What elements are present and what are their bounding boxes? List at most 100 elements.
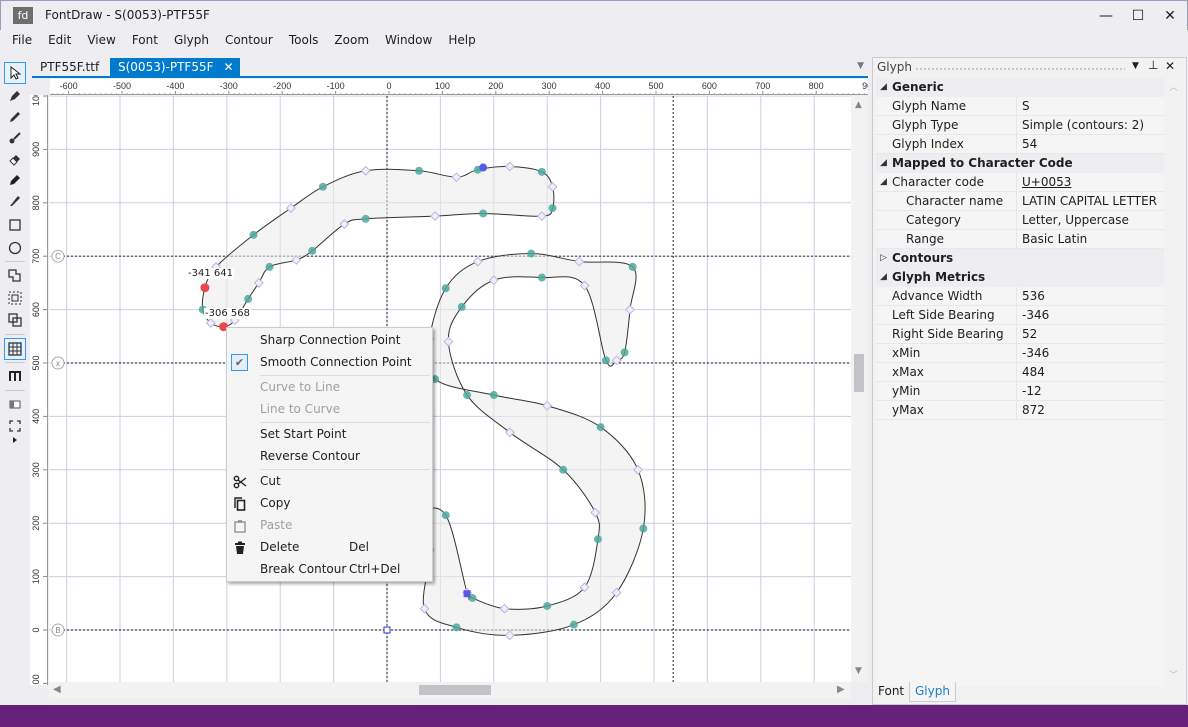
menu-tools[interactable]: Tools: [281, 30, 327, 52]
menu-contour[interactable]: Contour: [217, 30, 281, 52]
menu-font[interactable]: Font: [124, 30, 166, 52]
section-generic[interactable]: ◢ Generic: [876, 78, 1164, 97]
property-row[interactable]: Category Letter, Uppercase: [876, 211, 1164, 230]
rectangle-tool[interactable]: [4, 214, 26, 236]
section-contours[interactable]: ▷ Contours: [876, 249, 1164, 268]
panel-tab-glyph[interactable]: Glyph: [909, 682, 956, 702]
pencil-tool[interactable]: [4, 106, 26, 128]
select-tool[interactable]: [4, 62, 26, 84]
glyph-drawing[interactable]: Cx B: [49, 96, 851, 682]
menu-item-curve-to-line[interactable]: Curve to Line: [227, 376, 432, 398]
maximize-button[interactable]: ☐: [1123, 5, 1153, 27]
panel-toggle[interactable]: [4, 393, 26, 415]
menu-item-delete[interactable]: Delete Del: [227, 536, 432, 558]
app-logo: fd: [13, 7, 33, 24]
metrics-toggle[interactable]: [4, 365, 26, 387]
ruler-tick-label: 300: [542, 81, 557, 91]
vertical-scroll-thumb[interactable]: [854, 354, 864, 392]
panel-tab-font[interactable]: Font: [873, 682, 909, 702]
menu-view[interactable]: View: [79, 30, 123, 52]
menu-item-line-to-curve[interactable]: Line to Curve: [227, 398, 432, 420]
union-tool[interactable]: [4, 265, 26, 287]
more-tools[interactable]: [4, 433, 26, 447]
glyph-canvas[interactable]: Cx B -341 641 -306 568: [49, 96, 851, 682]
property-row[interactable]: xMin -346: [876, 344, 1164, 363]
property-row[interactable]: Glyph Name S: [876, 97, 1164, 116]
menu-help[interactable]: Help: [440, 30, 483, 52]
panel-scrollbar[interactable]: ︿ ﹀: [1165, 78, 1182, 686]
panel-menu-icon[interactable]: ▼: [1132, 61, 1139, 71]
intersect-tool[interactable]: [4, 309, 26, 331]
ruler-tick-label: 100: [435, 81, 450, 91]
property-row[interactable]: Range Basic Latin: [876, 230, 1164, 249]
marker-icon: [10, 175, 20, 185]
intersect-icon: [8, 313, 22, 327]
knife-tool[interactable]: [4, 190, 26, 212]
property-row[interactable]: Glyph Type Simple (contours: 2): [876, 116, 1164, 135]
menu-item-cut[interactable]: Cut: [227, 470, 432, 492]
horizontal-scroll-thumb[interactable]: [419, 685, 491, 695]
menu-item-sharp-connection[interactable]: Sharp Connection Point: [227, 329, 432, 351]
eraser-tool[interactable]: [4, 148, 26, 170]
tab-font-file[interactable]: PTF55F.ttf: [32, 58, 107, 78]
menu-item-set-start-point[interactable]: Set Start Point: [227, 423, 432, 445]
menu-item-reverse-contour[interactable]: Reverse Contour: [227, 445, 432, 467]
property-row[interactable]: Left Side Bearing -346: [876, 306, 1164, 325]
property-row[interactable]: Glyph Index 54: [876, 135, 1164, 154]
scroll-right-icon[interactable]: ▶: [837, 684, 845, 695]
property-row[interactable]: Character nameLATIN CAPITAL LETTER S: [876, 192, 1164, 227]
fullscreen-icon: [9, 420, 21, 432]
expanded-arrow-icon: ◢: [880, 177, 887, 187]
menu-zoom[interactable]: Zoom: [326, 30, 377, 52]
close-button[interactable]: ✕: [1155, 5, 1185, 27]
scroll-up-icon[interactable]: ▲: [855, 100, 862, 110]
property-row[interactable]: Right Side Bearing 52: [876, 325, 1164, 344]
grid-toggle[interactable]: [4, 338, 26, 360]
vertical-scrollbar[interactable]: ▲ ▼: [851, 96, 868, 682]
property-row[interactable]: yMin -12: [876, 382, 1164, 401]
menu-item-paste[interactable]: Paste: [227, 514, 432, 536]
tab-glyph-editor[interactable]: S(0053)-PTF55F ✕: [110, 58, 240, 78]
pen-tool[interactable]: [4, 85, 26, 107]
menu-file[interactable]: File: [4, 30, 40, 52]
ellipse-tool[interactable]: [4, 237, 26, 259]
point-coordinate-label: -341 641: [187, 268, 234, 279]
scroll-down-icon[interactable]: ﹀: [1169, 668, 1178, 681]
property-row[interactable]: yMax 872: [876, 401, 1164, 420]
property-row[interactable]: Advance Width 536: [876, 287, 1164, 306]
minimize-button[interactable]: —: [1091, 5, 1121, 27]
menu-item-copy[interactable]: Copy: [227, 492, 432, 514]
tab-close-icon[interactable]: ✕: [223, 58, 233, 77]
metrics-icon: [9, 371, 21, 381]
section-mapped-character[interactable]: ◢ Mapped to Character Code: [876, 154, 1164, 173]
horizontal-ruler: -600 -500 -400 -300 -200 -100 0 100 200 300 400 500…: [50, 79, 868, 95]
panel-close-icon[interactable]: ✕: [1165, 59, 1175, 73]
on-curve-point: [559, 465, 568, 474]
property-row[interactable]: ◢ Character code U+0053: [876, 173, 1164, 192]
marker-tool[interactable]: [4, 169, 26, 191]
menu-item-smooth-connection[interactable]: ✔ Smooth Connection Point: [227, 351, 432, 373]
on-curve-point: [318, 182, 327, 191]
property-grid: ◢ Generic Glyph Name S Glyph Type Simple (c…: [876, 78, 1164, 686]
tab-dropdown-icon[interactable]: ▼: [857, 61, 864, 71]
ruler-tick-label: 400: [595, 81, 610, 91]
brush-tool[interactable]: [4, 127, 26, 149]
pin-icon[interactable]: ⊥: [1148, 58, 1158, 72]
scroll-down-icon[interactable]: ▼: [855, 666, 862, 676]
status-bar: [0, 705, 1188, 727]
horizontal-scrollbar[interactable]: ◀ ▶: [49, 682, 851, 699]
scroll-left-icon[interactable]: ◀: [53, 684, 61, 695]
panel-header: Glyph ▼ ⊥ ✕: [873, 58, 1186, 77]
panel-drag-grip[interactable]: [915, 67, 1125, 71]
dashed-select-icon: [8, 291, 22, 305]
knife-icon: [10, 196, 20, 206]
character-code-link[interactable]: U+0053: [1022, 173, 1071, 192]
menu-item-break-contour[interactable]: Break Contour Ctrl+Del: [227, 558, 432, 580]
property-row[interactable]: xMax 484: [876, 363, 1164, 382]
selection-transform-tool[interactable]: [4, 287, 26, 309]
menu-glyph[interactable]: Glyph: [166, 30, 217, 52]
section-glyph-metrics[interactable]: ◢ Glyph Metrics: [876, 268, 1164, 287]
menu-edit[interactable]: Edit: [40, 30, 79, 52]
menu-window[interactable]: Window: [377, 30, 440, 52]
scroll-up-icon[interactable]: ︿: [1169, 80, 1178, 93]
